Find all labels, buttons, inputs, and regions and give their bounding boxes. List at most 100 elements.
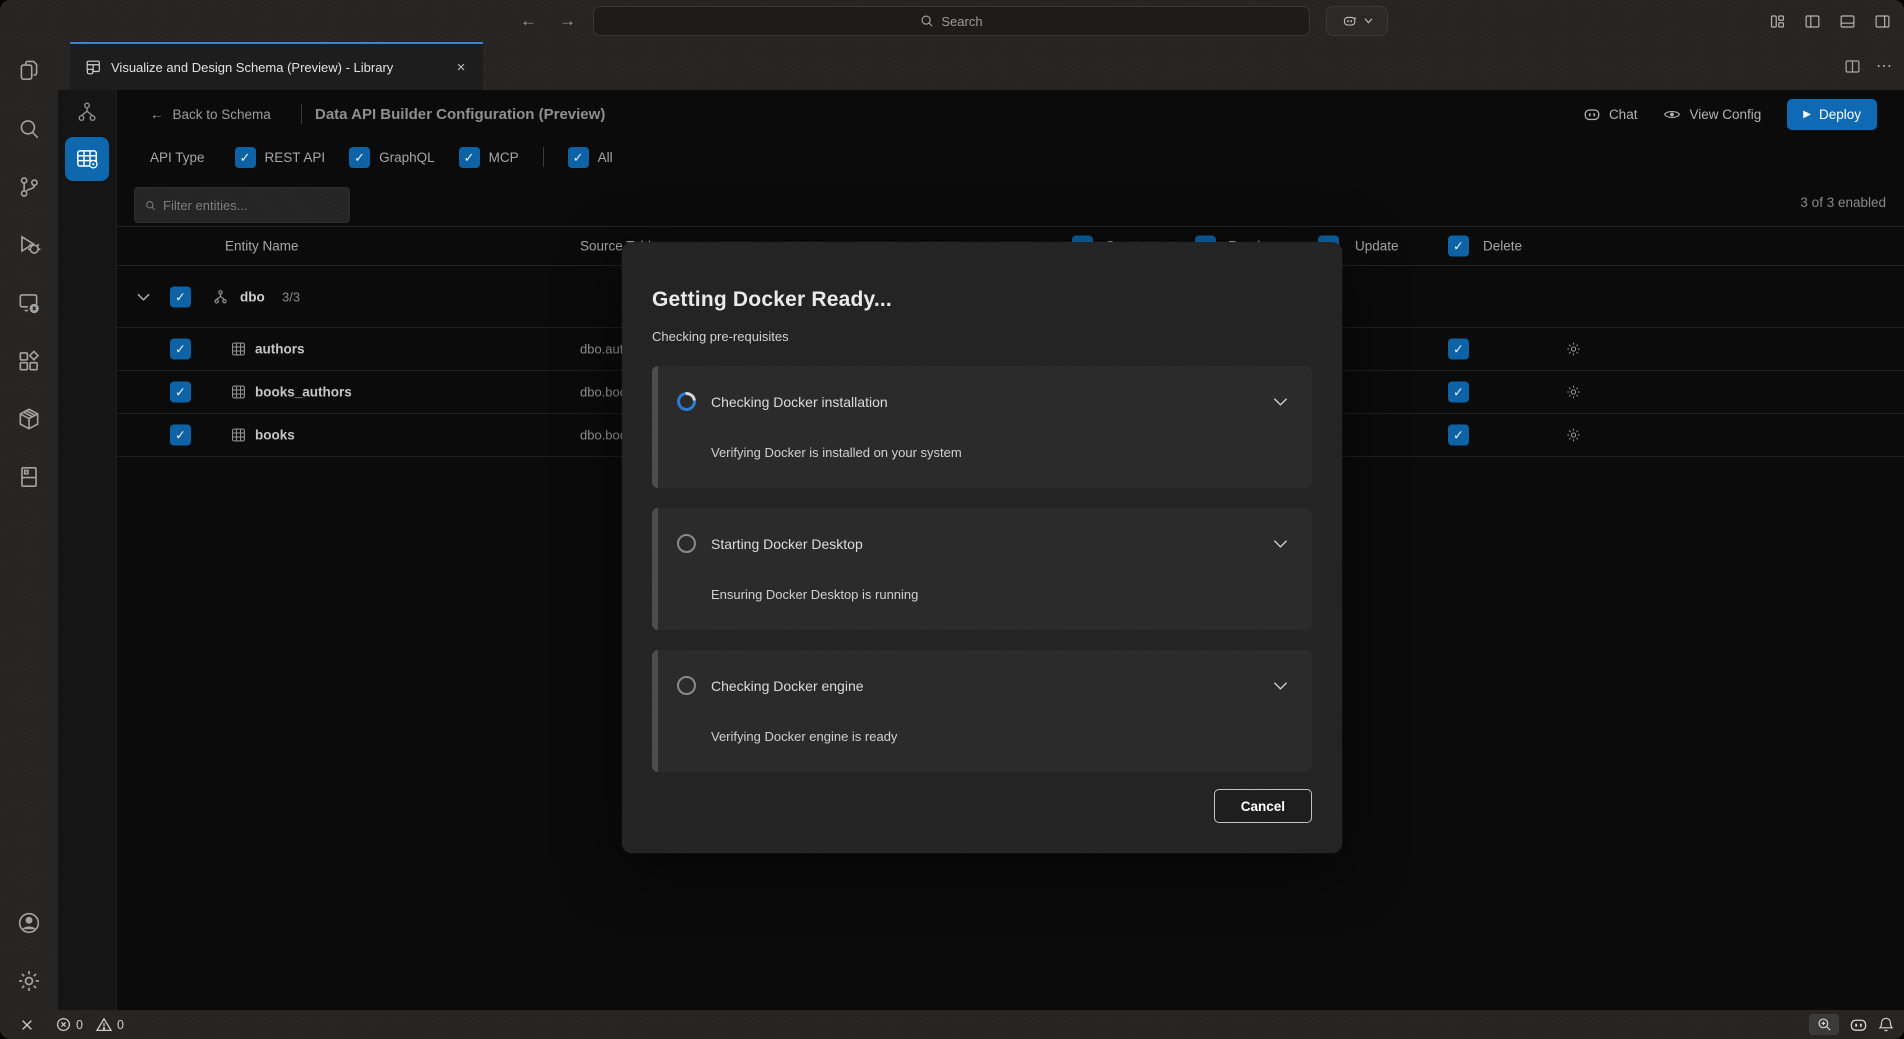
warning-count: 0 xyxy=(117,1018,124,1032)
graphql-label: GraphQL xyxy=(379,150,435,165)
chevron-down-icon[interactable] xyxy=(1273,681,1288,691)
toggle-secondary-sidebar-icon[interactable] xyxy=(1872,11,1892,31)
vscode-window: ← → Search xyxy=(0,0,1904,1039)
view-config-label: View Config xyxy=(1689,107,1761,122)
page-title: Data API Builder Configuration (Preview) xyxy=(315,90,605,138)
search-icon xyxy=(145,199,156,212)
delete-all-checkbox[interactable]: ✓ xyxy=(1448,236,1469,257)
chevron-down-icon[interactable] xyxy=(1273,397,1288,407)
entity-filter-input[interactable] xyxy=(163,198,339,213)
copilot-icon xyxy=(1583,107,1601,122)
tab-bar: Visualize and Design Schema (Preview) - … xyxy=(58,42,1904,90)
run-and-debug-icon[interactable] xyxy=(0,216,58,274)
step-detail: Verifying Docker is installed on your sy… xyxy=(711,445,1288,460)
view-config-button[interactable]: View Config xyxy=(1663,107,1761,122)
filter-divider xyxy=(543,147,544,167)
copilot-menu-button[interactable] xyxy=(1326,6,1388,36)
editor-content: ← Back to Schema Data API Builder Config… xyxy=(58,90,1904,1010)
rest-api-checkbox[interactable]: ✓ xyxy=(235,147,256,168)
tab-title: Visualize and Design Schema (Preview) - … xyxy=(111,60,442,75)
settings-gear-icon[interactable] xyxy=(0,952,58,1010)
error-icon xyxy=(56,1017,71,1032)
toggle-panel-icon[interactable] xyxy=(1837,11,1857,31)
pending-circle-icon xyxy=(677,534,696,553)
step-title: Checking Docker engine xyxy=(711,678,864,694)
header-divider xyxy=(301,104,302,124)
status-bar: 0 0 xyxy=(0,1010,1904,1039)
enabled-summary: 3 of 3 enabled xyxy=(1800,195,1886,210)
deploy-button[interactable]: ▶ Deploy xyxy=(1787,99,1877,130)
all-checkbox[interactable]: ✓ xyxy=(568,147,589,168)
search-icon xyxy=(920,14,934,28)
deploy-label: Deploy xyxy=(1819,107,1861,122)
chat-button[interactable]: Chat xyxy=(1583,107,1638,122)
step-docker-installation[interactable]: Checking Docker installation Verifying D… xyxy=(652,366,1312,488)
history-forward-button[interactable]: → xyxy=(559,11,576,31)
database-projects-icon[interactable] xyxy=(0,448,58,506)
filter-all[interactable]: ✓ All xyxy=(568,147,613,168)
mcp-checkbox[interactable]: ✓ xyxy=(459,147,480,168)
delete-checkbox[interactable]: ✓ xyxy=(1448,382,1469,403)
row-settings-gear-icon[interactable] xyxy=(1565,427,1582,444)
row-settings-gear-icon[interactable] xyxy=(1565,341,1582,358)
extensions-icon[interactable] xyxy=(0,332,58,390)
api-type-filter-row: API Type ✓ REST API ✓ GraphQL ✓ MCP xyxy=(150,138,613,176)
dialog-subtitle: Checking pre-requisites xyxy=(652,329,1312,344)
row-settings-gear-icon[interactable] xyxy=(1565,384,1582,401)
account-icon[interactable] xyxy=(0,894,58,952)
zoom-in-icon[interactable] xyxy=(1809,1014,1839,1035)
toggle-primary-sidebar-icon[interactable] xyxy=(1802,11,1822,31)
schema-name: dbo xyxy=(240,289,265,304)
problems-indicator[interactable]: 0 0 xyxy=(50,1017,130,1032)
col-entity-name: Entity Name xyxy=(225,239,299,254)
explorer-icon[interactable] xyxy=(0,42,58,100)
dab-configuration-page: ← Back to Schema Data API Builder Config… xyxy=(117,90,1904,1010)
api-type-label: API Type xyxy=(150,150,205,165)
filter-mcp[interactable]: ✓ MCP xyxy=(459,147,519,168)
remote-explorer-icon[interactable] xyxy=(0,274,58,332)
filter-rest-api[interactable]: ✓ REST API xyxy=(235,147,326,168)
tab-visualize-schema[interactable]: Visualize and Design Schema (Preview) - … xyxy=(70,42,483,90)
tab-close-icon[interactable]: × xyxy=(451,57,471,77)
collapse-chevron-icon[interactable] xyxy=(137,292,150,301)
table-icon xyxy=(230,384,247,401)
source-control-icon[interactable] xyxy=(0,158,58,216)
entity-name: authors xyxy=(255,342,305,357)
page-header: ← Back to Schema Data API Builder Config… xyxy=(117,90,1904,138)
chevron-down-icon[interactable] xyxy=(1273,539,1288,549)
entity-name: books xyxy=(255,428,295,443)
step-docker-engine[interactable]: Checking Docker engine Verifying Docker … xyxy=(652,650,1312,772)
split-editor-icon[interactable] xyxy=(1842,56,1862,76)
remote-indicator-icon[interactable] xyxy=(14,1018,40,1032)
table-configuration-icon[interactable] xyxy=(65,137,109,181)
back-to-schema-label: Back to Schema xyxy=(173,107,271,122)
play-icon: ▶ xyxy=(1803,109,1811,120)
command-center-search[interactable]: Search xyxy=(593,6,1310,36)
back-to-schema-link[interactable]: ← Back to Schema xyxy=(150,90,271,138)
step-docker-desktop[interactable]: Starting Docker Desktop Ensuring Docker … xyxy=(652,508,1312,630)
history-back-button[interactable]: ← xyxy=(520,11,537,31)
mcp-label: MCP xyxy=(489,150,519,165)
schema-designer-icon[interactable] xyxy=(65,93,109,131)
more-actions-icon[interactable]: ⋯ xyxy=(1876,56,1892,76)
delete-checkbox[interactable]: ✓ xyxy=(1448,339,1469,360)
graphql-checkbox[interactable]: ✓ xyxy=(349,147,370,168)
customize-layout-icon[interactable] xyxy=(1767,11,1787,31)
row-checkbox[interactable]: ✓ xyxy=(170,382,191,403)
search-placeholder: Search xyxy=(941,14,982,29)
cancel-button[interactable]: Cancel xyxy=(1214,789,1312,823)
step-title: Checking Docker installation xyxy=(711,394,888,410)
copilot-status-icon[interactable] xyxy=(1849,1017,1868,1033)
search-icon[interactable] xyxy=(0,100,58,158)
row-checkbox[interactable]: ✓ xyxy=(170,425,191,446)
chat-label: Chat xyxy=(1609,107,1638,122)
entity-filter-box xyxy=(134,187,350,223)
notifications-bell-icon[interactable] xyxy=(1878,1016,1894,1033)
delete-checkbox[interactable]: ✓ xyxy=(1448,425,1469,446)
eye-icon xyxy=(1663,107,1681,122)
containers-icon[interactable] xyxy=(0,390,58,448)
copilot-icon xyxy=(1342,14,1358,28)
row-checkbox[interactable]: ✓ xyxy=(170,339,191,360)
filter-graphql[interactable]: ✓ GraphQL xyxy=(349,147,435,168)
dbo-checkbox[interactable]: ✓ xyxy=(170,286,191,307)
